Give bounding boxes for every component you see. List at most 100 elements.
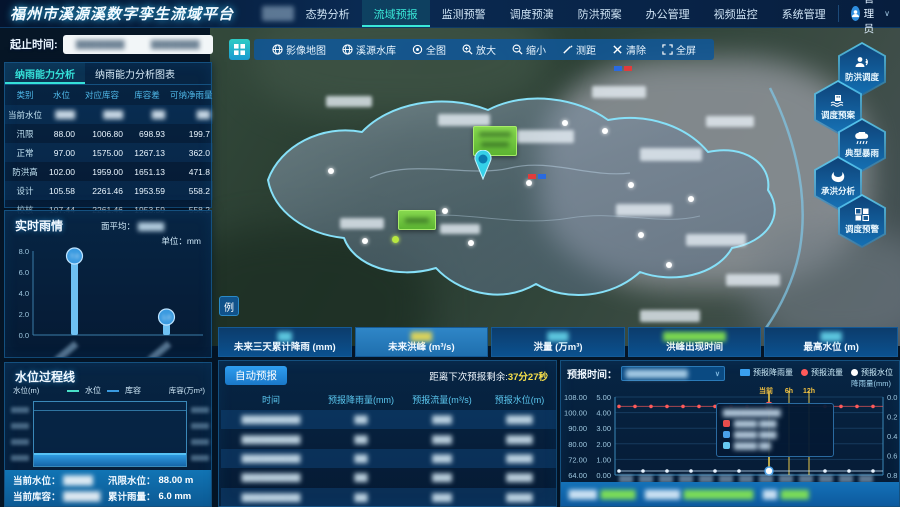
target-icon bbox=[412, 44, 423, 55]
tooltip-value-redacted: ▇▇▇▇ ▇▇▇ bbox=[734, 430, 776, 439]
legend-level[interactable]: 预报水位 bbox=[851, 367, 893, 378]
station-marker[interactable] bbox=[688, 196, 694, 202]
toolbar-zoom-out[interactable]: 缩小 bbox=[504, 42, 554, 57]
basin-map[interactable] bbox=[210, 28, 900, 346]
stat-value: 88.00 m bbox=[159, 475, 194, 486]
red-flag-marker[interactable] bbox=[528, 174, 536, 179]
forecast-time-select[interactable]: ▇▇▇▇▇▇▇▇▇▇ ∨ bbox=[621, 366, 725, 381]
map-label-redacted bbox=[706, 116, 754, 127]
svg-text:当前: 当前 bbox=[759, 387, 773, 395]
station-marker[interactable] bbox=[666, 262, 672, 268]
nav-tab-system[interactable]: 系统管理 bbox=[770, 0, 838, 27]
station-marker[interactable] bbox=[602, 128, 608, 134]
tooltip-title-redacted: ▇▇▇▇▇▇▇▇▇▇ bbox=[723, 408, 827, 417]
stage-chart-area bbox=[33, 401, 187, 467]
green-tag-redacted-text bbox=[479, 132, 511, 137]
toolbar-label: 放大 bbox=[476, 42, 496, 57]
toolbar-imagery-map[interactable]: 影像地图 bbox=[264, 42, 334, 57]
svg-text:0.2: 0.2 bbox=[887, 413, 897, 422]
layers-grid-button[interactable] bbox=[229, 39, 250, 60]
footer-stat: ▇▇▇▇▇▇▇▇▇ bbox=[569, 489, 635, 500]
table-row: 正常 97.00 1575.00 1267.13 362.0 bbox=[5, 143, 213, 162]
panel-title: 水位过程线 bbox=[15, 368, 75, 385]
station-marker[interactable] bbox=[468, 240, 474, 246]
toolbar-measure[interactable]: 测距 bbox=[554, 42, 604, 57]
tab-peak-time[interactable]: ▇▇▇▇▇▇▇▇▇ 洪峰出现时间 bbox=[628, 327, 762, 357]
cell-redacted: ▇▇▇ bbox=[78, 105, 126, 124]
cell-redacted: ▇▇ bbox=[321, 449, 401, 468]
auto-forecast-button[interactable]: 自动预报 bbox=[225, 366, 287, 385]
forecast-chart-panel: 预报时间： ▇▇▇▇▇▇▇▇▇▇ ∨ 预报降雨量 预报流量 预报水位 降雨量(m… bbox=[560, 360, 900, 507]
cell: 105.58 bbox=[45, 181, 78, 200]
toolbar-xiyuan-reservoir[interactable]: 溪源水库 bbox=[334, 42, 404, 57]
toolbar-label: 影像地图 bbox=[286, 42, 326, 57]
hex-label: 调度预警 bbox=[845, 223, 879, 235]
svg-text:1.00: 1.00 bbox=[596, 455, 611, 464]
tab-future-peak-flow[interactable]: ▇▇▇ 未来洪峰 (m³/s) bbox=[355, 327, 489, 357]
area-average: 面平均： ▇▇▇▇ bbox=[101, 220, 164, 232]
nav-tab-situation[interactable]: 态势分析 bbox=[294, 0, 362, 27]
time-range-input[interactable]: ▇▇▇▇▇▇▇ ▇▇▇▇▇▇▇ bbox=[63, 35, 213, 54]
table-row: 防洪高 102.00 1959.00 1651.13 471.8 bbox=[5, 162, 213, 181]
countdown-value: 37分27秒 bbox=[508, 372, 548, 383]
toolbar-zoom-in[interactable]: 放大 bbox=[454, 42, 504, 57]
cell: 1953.59 bbox=[126, 181, 168, 200]
nav-tab-basin-forecast[interactable]: 流域预报 bbox=[362, 0, 430, 27]
nav-tab-office[interactable]: 办公管理 bbox=[634, 0, 702, 27]
nav-tab-flood-plan[interactable]: 防洪预案 bbox=[566, 0, 634, 27]
station-marker[interactable] bbox=[638, 232, 644, 238]
blue-flag-marker[interactable] bbox=[538, 174, 546, 179]
station-marker[interactable] bbox=[442, 208, 448, 214]
watershed-boundary bbox=[210, 28, 900, 346]
capacity-header-row: 类别 水位 对应库容 库容差 可纳净雨量 bbox=[5, 85, 213, 105]
map-label-redacted bbox=[686, 234, 746, 246]
tab-value-redacted: ▇▇ bbox=[278, 331, 292, 342]
tab-capacity-analysis[interactable]: 纳雨能力分析 bbox=[5, 63, 85, 84]
forecast-time-label: 预报时间： bbox=[567, 366, 617, 381]
green-dot-marker[interactable] bbox=[392, 236, 399, 243]
map-label-redacted bbox=[592, 86, 646, 98]
zoom-in-icon bbox=[462, 44, 473, 55]
tab-max-level[interactable]: ▇▇▇ 最高水位 (m) bbox=[764, 327, 898, 357]
toolbar-label: 全图 bbox=[426, 42, 446, 57]
station-marker[interactable] bbox=[362, 238, 368, 244]
legend-flow[interactable]: 预报流量 bbox=[801, 367, 843, 378]
tab-flood-volume[interactable]: ▇▇▇ 洪量 (万m³) bbox=[491, 327, 625, 357]
tab-3day-rain[interactable]: ▇▇ 未来三天累计降雨 (mm) bbox=[218, 327, 352, 357]
station-marker[interactable] bbox=[526, 180, 532, 186]
blue-flag-marker[interactable] bbox=[614, 66, 622, 71]
tab-label: 最高水位 (m) bbox=[803, 342, 858, 354]
zoom-out-icon bbox=[512, 44, 523, 55]
toolbar-full-extent[interactable]: 全图 bbox=[404, 42, 454, 57]
reservoir-pin-icon[interactable] bbox=[472, 150, 494, 180]
chart-tooltip: ▇▇▇▇▇▇▇▇▇▇ ▇▇▇▇ ▇▇▇ ▇▇▇▇ ▇▇▇ ▇▇▇▇ ▇▇ bbox=[716, 403, 834, 457]
cell: 1651.13 bbox=[126, 162, 168, 181]
tooltip-flow-row: ▇▇▇▇ ▇▇▇ bbox=[723, 419, 827, 428]
nav-tab-video[interactable]: 视频监控 bbox=[702, 0, 770, 27]
level-swatch bbox=[851, 369, 858, 376]
toolbar-fullscreen[interactable]: 全屏 bbox=[654, 42, 704, 57]
green-info-tag[interactable] bbox=[398, 210, 436, 230]
station-marker[interactable] bbox=[328, 168, 334, 174]
app-header: 福州市溪源溪数字孪生流域平台 态势分析 流域预报 监测预警 调度预演 防洪预案 … bbox=[0, 0, 900, 28]
svg-text:7.0: 7.0 bbox=[70, 254, 79, 261]
toolbar-clear[interactable]: 清除 bbox=[604, 42, 654, 57]
map-legend-button[interactable]: 例 bbox=[219, 296, 239, 316]
red-flag-marker[interactable] bbox=[624, 66, 632, 71]
station-marker[interactable] bbox=[628, 182, 634, 188]
legend-label: 预报降雨量 bbox=[753, 367, 793, 378]
tab-capacity-chart[interactable]: 纳雨能力分析图表 bbox=[85, 63, 185, 84]
stage-stats-footer: 当前水位： ▇▇▇▇ 汛限水位： 88.00 m 当前库容： ▇▇▇▇▇ 累计雨… bbox=[5, 470, 211, 506]
station-marker[interactable] bbox=[562, 120, 568, 126]
nav-tab-monitor-warning[interactable]: 监测预警 bbox=[430, 0, 498, 27]
nav-tab-dispatch-rehearsal[interactable]: 调度预演 bbox=[498, 0, 566, 27]
svg-text:0.00: 0.00 bbox=[596, 471, 611, 480]
svg-text:5.00: 5.00 bbox=[596, 393, 611, 402]
legend-rain[interactable]: 预报降雨量 bbox=[740, 367, 793, 378]
cell: 558.2 bbox=[168, 181, 213, 200]
toolbar-label: 全屏 bbox=[676, 42, 696, 57]
footer-value-redacted: ▇▇▇▇ bbox=[781, 489, 809, 500]
user-name: 管理员 bbox=[864, 0, 881, 36]
green-tag-redacted-text bbox=[405, 218, 429, 223]
user-menu[interactable]: 管理员 ∨ bbox=[838, 5, 900, 21]
